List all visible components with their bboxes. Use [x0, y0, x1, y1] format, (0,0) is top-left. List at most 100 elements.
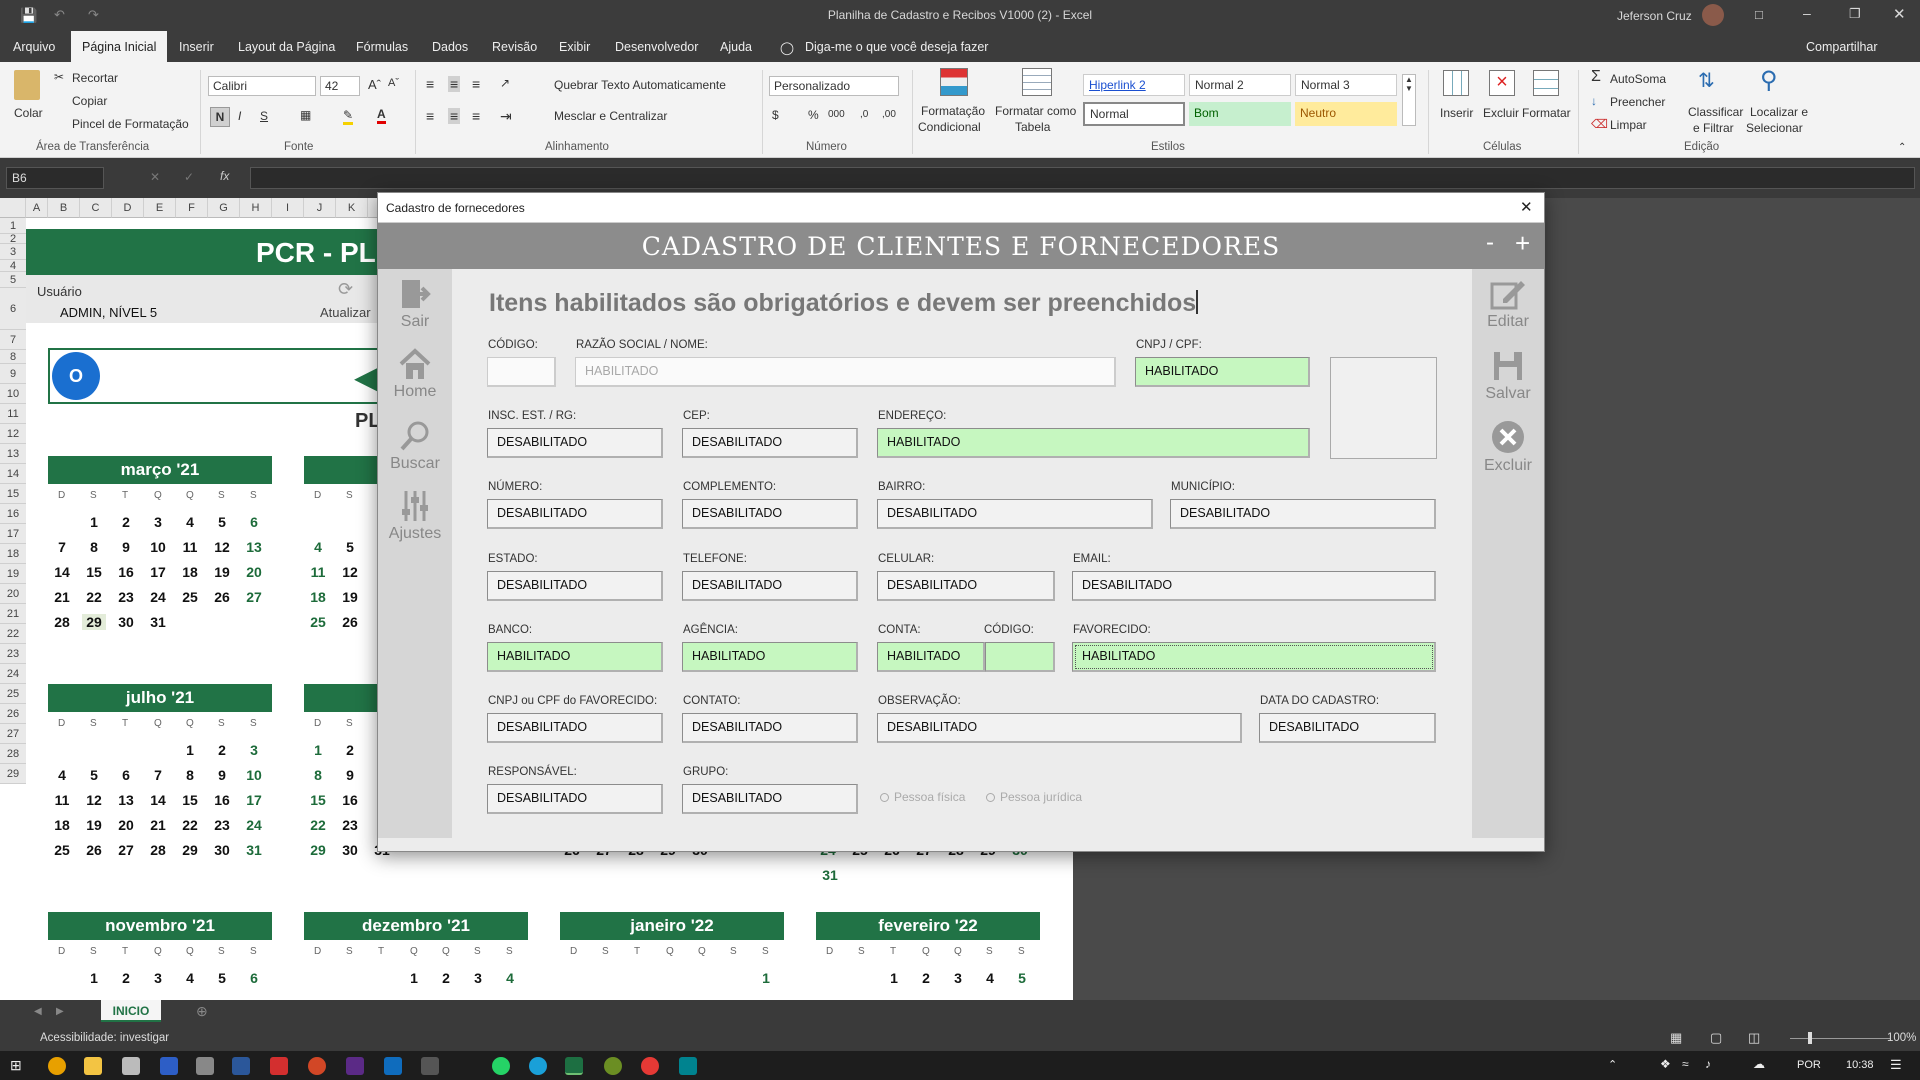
complemento-field[interactable]: DESABILITADO: [682, 499, 858, 529]
clear-button[interactable]: Limpar: [1610, 118, 1647, 132]
endereco-field[interactable]: HABILITADO: [877, 428, 1310, 458]
delete-cells-icon[interactable]: ×: [1489, 70, 1515, 96]
chrome-icon[interactable]: [48, 1057, 66, 1075]
autosum-button[interactable]: AutoSoma: [1610, 72, 1666, 86]
row-header[interactable]: 28: [0, 744, 26, 764]
zoom-thumb[interactable]: [1808, 1032, 1812, 1044]
back-arrow-icon[interactable]: ◀: [354, 358, 379, 396]
app-icon[interactable]: [641, 1057, 659, 1075]
numero-field[interactable]: DESABILITADO: [487, 499, 663, 529]
close-icon[interactable]: ✕: [1893, 5, 1906, 23]
row-header[interactable]: 13: [0, 444, 26, 464]
powerpoint-icon[interactable]: [308, 1057, 326, 1075]
styles-scroll-icon[interactable]: ▲ ▼: [1402, 74, 1416, 126]
row-header[interactable]: 18: [0, 544, 26, 564]
ribbon-display-icon[interactable]: □: [1755, 7, 1763, 22]
paste-button[interactable]: Colar: [14, 106, 43, 120]
razao-social-field[interactable]: HABILITADO: [575, 357, 1116, 387]
responsavel-field[interactable]: DESABILITADO: [487, 784, 663, 814]
row-header[interactable]: 8: [0, 350, 26, 364]
find-icon[interactable]: ⚲: [1760, 66, 1778, 95]
app-icon[interactable]: [346, 1057, 364, 1075]
data-cadastro-field[interactable]: DESABILITADO: [1259, 713, 1436, 743]
bairro-field[interactable]: DESABILITADO: [877, 499, 1153, 529]
excel-icon[interactable]: [565, 1057, 583, 1075]
notifications-icon[interactable]: ☰: [1890, 1057, 1902, 1073]
align-top-icon[interactable]: ≡: [426, 76, 434, 92]
photo-box[interactable]: [1330, 357, 1437, 459]
tab-formulas[interactable]: Fórmulas: [356, 40, 408, 54]
codigo-field[interactable]: [487, 357, 556, 387]
formula-input[interactable]: [250, 167, 1915, 189]
row-header[interactable]: 15: [0, 484, 26, 504]
minimize-icon[interactable]: –: [1803, 5, 1811, 21]
find-select-button[interactable]: Localizar e: [1750, 105, 1808, 119]
bold-icon[interactable]: N: [210, 107, 230, 127]
language-indicator[interactable]: POR: [1797, 1059, 1821, 1071]
restore-icon[interactable]: ❐: [1849, 6, 1861, 22]
col-header[interactable]: B: [48, 198, 80, 218]
style-neutro[interactable]: Neutro: [1295, 102, 1397, 126]
row-header[interactable]: 7: [0, 330, 26, 350]
tab-layout[interactable]: Layout da Página: [238, 40, 335, 54]
codigo-conta-field[interactable]: [985, 642, 1055, 672]
col-header[interactable]: A: [26, 198, 48, 218]
number-format-select[interactable]: Personalizado: [769, 76, 899, 96]
style-normal-2[interactable]: Normal 2: [1189, 74, 1291, 96]
app-icon[interactable]: [196, 1057, 214, 1075]
conditional-format-icon[interactable]: [940, 68, 968, 96]
celular-field[interactable]: DESABILITADO: [877, 571, 1055, 601]
autosum-icon[interactable]: Σ: [1591, 68, 1601, 86]
row-header[interactable]: 27: [0, 724, 26, 744]
agencia-field[interactable]: HABILITADO: [682, 642, 858, 672]
conditional-format-button[interactable]: Formatação: [921, 104, 985, 118]
share-button[interactable]: Compartilhar: [1806, 40, 1878, 54]
font-size-select[interactable]: 42: [320, 76, 360, 96]
row-header[interactable]: 4: [0, 260, 26, 272]
email-field[interactable]: DESABILITADO: [1072, 571, 1436, 601]
collapse-ribbon-icon[interactable]: ⌃: [1898, 142, 1906, 153]
favorecido-field[interactable]: HABILITADO: [1072, 642, 1436, 672]
volume-icon[interactable]: ♪: [1705, 1057, 1711, 1071]
refresh-button[interactable]: Atualizar: [320, 305, 371, 320]
file-explorer-icon[interactable]: [84, 1057, 102, 1075]
cut-icon[interactable]: ✂: [54, 70, 64, 84]
cnpj-cpf-field[interactable]: HABILITADO: [1135, 357, 1310, 387]
municipio-field[interactable]: DESABILITADO: [1170, 499, 1436, 529]
delete-cells-button[interactable]: Excluir: [1483, 106, 1519, 120]
copy-button[interactable]: Copiar: [72, 94, 107, 108]
avatar[interactable]: [1702, 4, 1724, 26]
refresh-icon[interactable]: ⟳: [338, 279, 353, 300]
percent-icon[interactable]: %: [808, 108, 819, 122]
col-header[interactable]: K: [336, 198, 368, 218]
wrap-text-button[interactable]: Quebrar Texto Automaticamente: [554, 78, 726, 92]
col-header[interactable]: F: [176, 198, 208, 218]
format-table-icon[interactable]: [1022, 68, 1052, 96]
row-header[interactable]: 20: [0, 584, 26, 604]
row-header[interactable]: 23: [0, 644, 26, 664]
row-header[interactable]: 29: [0, 764, 26, 784]
sheet-tab-inicio[interactable]: INICIO: [101, 1000, 161, 1022]
col-header[interactable]: E: [144, 198, 176, 218]
row-header[interactable]: 10: [0, 384, 26, 404]
grupo-field[interactable]: DESABILITADO: [682, 784, 858, 814]
name-box[interactable]: B6: [6, 167, 104, 189]
thousands-icon[interactable]: 000: [828, 109, 845, 120]
edit-button[interactable]: Editar: [1472, 277, 1544, 331]
prev-sheet-icon[interactable]: ◀: [34, 1006, 42, 1017]
search-button[interactable]: Buscar: [378, 419, 452, 473]
tab-inserir[interactable]: Inserir: [179, 40, 214, 54]
observacao-field[interactable]: DESABILITADO: [877, 713, 1242, 743]
select-all-corner[interactable]: [0, 198, 26, 218]
edge-icon[interactable]: [529, 1057, 547, 1075]
increase-decimal-icon[interactable]: ,0: [860, 109, 868, 120]
pessoa-juridica-radio[interactable]: Pessoa jurídica: [986, 790, 1082, 804]
cloud-icon[interactable]: ☁: [1753, 1057, 1765, 1071]
tab-dados[interactable]: Dados: [432, 40, 468, 54]
page-break-icon[interactable]: ◫: [1748, 1030, 1760, 1046]
tell-me-box[interactable]: Diga-me o que você deseja fazer: [805, 40, 988, 54]
fill-color-icon[interactable]: ✎: [343, 108, 354, 125]
row-header[interactable]: 16: [0, 504, 26, 524]
underline-icon[interactable]: S: [260, 109, 268, 123]
insc-rg-field[interactable]: DESABILITADO: [487, 428, 663, 458]
